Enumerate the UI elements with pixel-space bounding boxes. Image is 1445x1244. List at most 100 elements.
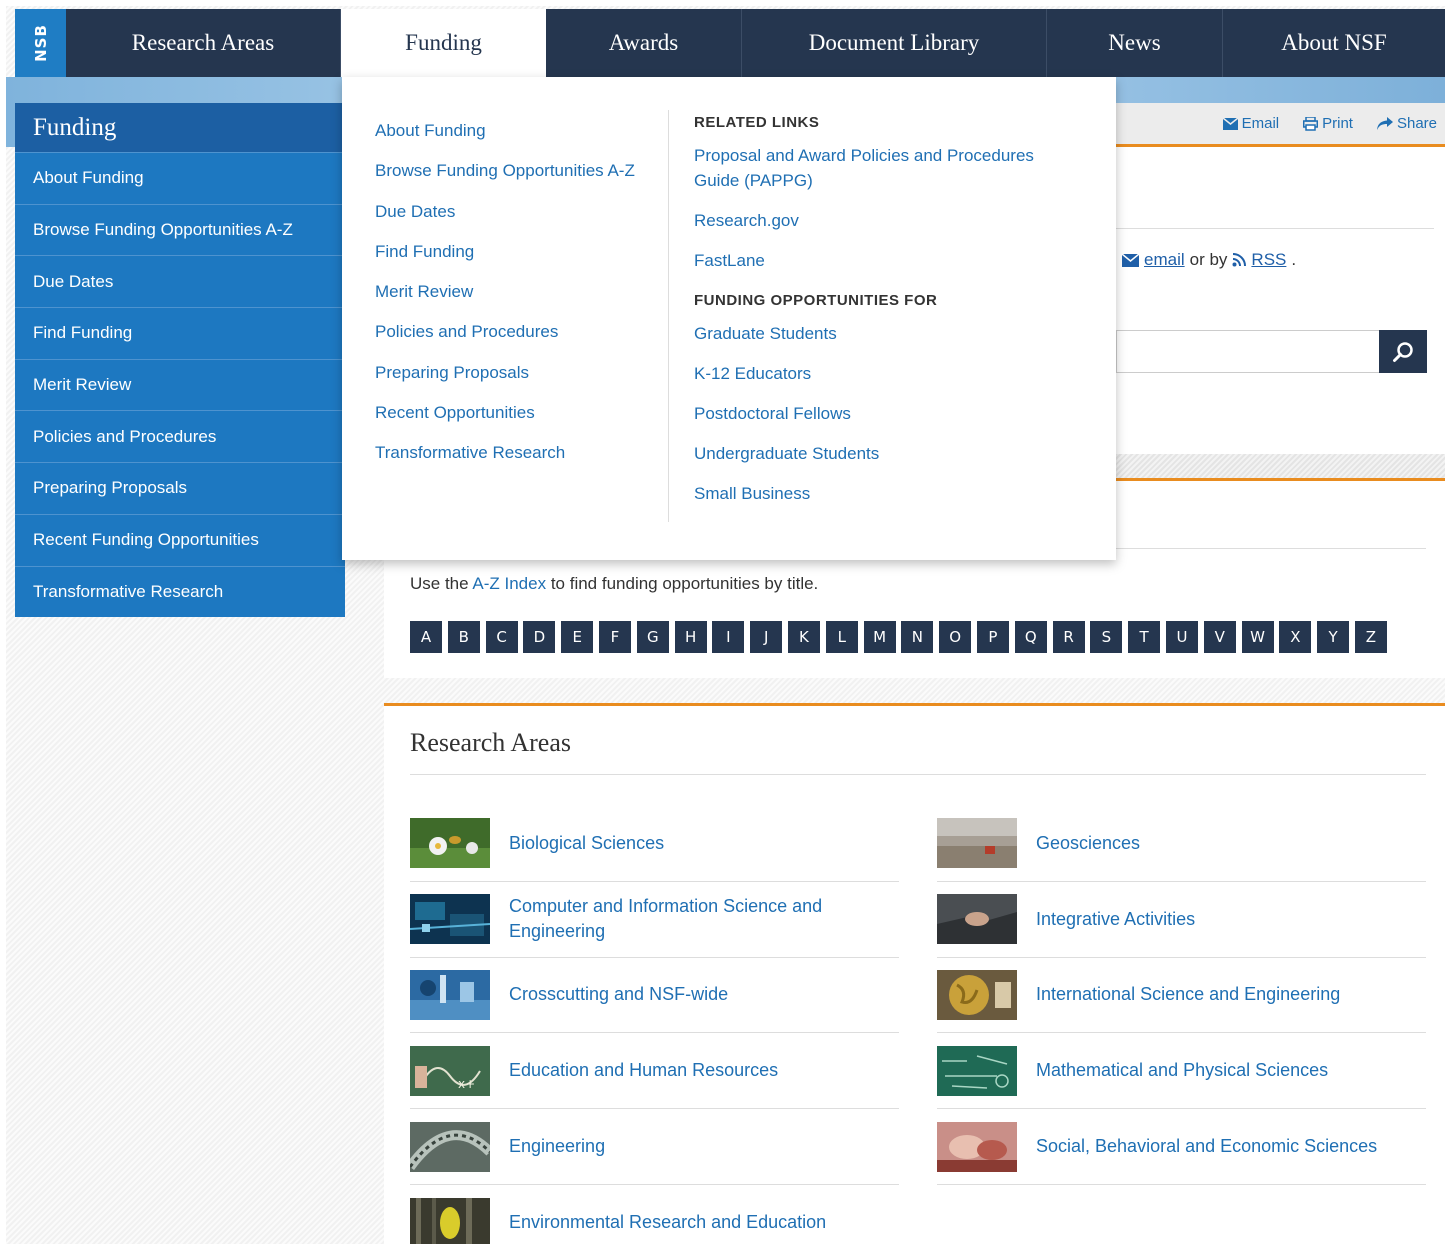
dropdown-link-k12-educators[interactable]: K-12 Educators (694, 361, 1074, 386)
sidebar-item-due-dates[interactable]: Due Dates (15, 255, 345, 308)
integrative-activities-thumbnail (937, 894, 1017, 945)
nav-funding[interactable]: Funding (341, 9, 546, 77)
dropdown-link-find-funding[interactable]: Find Funding (375, 240, 635, 280)
dropdown-link-pappg[interactable]: Proposal and Award Policies and Procedur… (694, 143, 1074, 193)
dropdown-link-due-dates[interactable]: Due Dates (375, 200, 635, 240)
research-area-label: Engineering (509, 1136, 606, 1157)
sidebar-item-transformative-research[interactable]: Transformative Research (15, 565, 345, 618)
az-letter-button[interactable]: P (976, 621, 1009, 653)
az-letter-button[interactable]: H (674, 621, 707, 653)
environmental-thumbnail (410, 1197, 490, 1244)
sidebar-item-find-funding[interactable]: Find Funding (15, 307, 345, 359)
print-button[interactable]: Print (1303, 115, 1353, 132)
nav-document-library[interactable]: Document Library (742, 9, 1047, 77)
research-area-item[interactable]: Integrative Activities (937, 882, 1426, 958)
crosscutting-thumbnail (410, 969, 490, 1020)
research-area-item[interactable]: Social, Behavioral and Economic Sciences (937, 1109, 1426, 1185)
research-area-label: Biological Sciences (509, 832, 665, 853)
dropdown-link-undergraduate-students[interactable]: Undergraduate Students (694, 441, 1074, 466)
subscribe-email-link[interactable]: email (1144, 250, 1185, 270)
sidebar-item-about-funding[interactable]: About Funding (15, 152, 345, 204)
az-letter-button[interactable]: K (787, 621, 820, 653)
research-area-label: Education and Human Resources (509, 1060, 779, 1081)
nav-about-nsf[interactable]: About NSF (1223, 9, 1445, 77)
sidebar-item-browse-a-z[interactable]: Browse Funding Opportunities A-Z (15, 203, 345, 256)
az-letter-button[interactable]: B (447, 621, 480, 653)
share-label: Share (1396, 115, 1437, 132)
research-area-item[interactable]: Engineering (410, 1109, 899, 1185)
az-letter-button[interactable]: C (485, 621, 518, 653)
az-letter-button[interactable]: V (1203, 621, 1236, 653)
nsb-badge[interactable]: NSB (15, 9, 66, 77)
az-letter-button[interactable]: J (750, 621, 783, 653)
sidebar-item-policies[interactable]: Policies and Procedures (15, 410, 345, 463)
az-letter-button[interactable]: G (636, 621, 669, 653)
dropdown-link-transformative-research[interactable]: Transformative Research (375, 441, 635, 481)
az-letter-button[interactable]: A (410, 621, 442, 653)
research-areas-card: Research Areas Biological Sciences Compu… (384, 703, 1445, 1244)
research-area-item[interactable]: Geosciences (937, 806, 1426, 882)
research-area-item[interactable]: Biological Sciences (410, 806, 899, 882)
az-letter-button[interactable]: R (1052, 621, 1085, 653)
envelope-icon (1222, 117, 1238, 130)
az-letter-button[interactable]: O (939, 621, 972, 653)
az-letter-button[interactable]: T (1128, 621, 1161, 653)
az-letter-button[interactable]: N (901, 621, 934, 653)
az-letter-button[interactable]: X (1279, 621, 1312, 653)
dropdown-link-small-business[interactable]: Small Business (694, 481, 1074, 506)
az-prefix: Use the (410, 574, 469, 593)
sidebar-item-preparing-proposals[interactable]: Preparing Proposals (15, 462, 345, 514)
funding-dropdown-menu: About Funding Browse Funding Opportuniti… (342, 77, 1116, 560)
az-letter-button[interactable]: M (863, 621, 896, 653)
dropdown-link-about-funding[interactable]: About Funding (375, 119, 635, 159)
share-arrow-icon (1376, 117, 1393, 130)
research-area-item[interactable]: Mathematical and Physical Sciences (937, 1033, 1426, 1110)
share-button[interactable]: Share (1376, 115, 1437, 132)
sidebar-item-merit-review[interactable]: Merit Review (15, 358, 345, 411)
az-letter-button[interactable]: E (561, 621, 594, 653)
az-letter-button[interactable]: Z (1354, 621, 1387, 653)
subscribe-line: email or by RSS. (1122, 250, 1296, 270)
dropdown-link-graduate-students[interactable]: Graduate Students (694, 321, 1074, 346)
divider (410, 774, 1426, 775)
nsb-badge-text: NSB (31, 24, 50, 62)
email-label: Email (1241, 115, 1280, 132)
dropdown-link-fastlane[interactable]: FastLane (694, 248, 1074, 273)
subscribe-rss-link[interactable]: RSS (1251, 250, 1286, 270)
research-area-item[interactable]: Computer and Information Science and Eng… (410, 882, 899, 958)
az-letter-button[interactable]: U (1165, 621, 1198, 653)
az-letter-button[interactable]: L (825, 621, 858, 653)
dropdown-main-links: About Funding Browse Funding Opportuniti… (375, 119, 635, 482)
az-letter-button[interactable]: Y (1317, 621, 1350, 653)
search-input[interactable] (1116, 330, 1380, 373)
search-button[interactable] (1379, 330, 1427, 373)
az-letter-button[interactable]: I (712, 621, 745, 653)
dropdown-link-postdoctoral-fellows[interactable]: Postdoctoral Fellows (694, 401, 1074, 426)
sidebar-item-recent-opportunities[interactable]: Recent Funding Opportunities (15, 513, 345, 566)
dropdown-link-research-gov[interactable]: Research.gov (694, 208, 1074, 233)
share-bar: Email Print Share (1116, 103, 1445, 147)
dropdown-link-merit-review[interactable]: Merit Review (375, 280, 635, 320)
research-area-item[interactable]: x+ Education and Human Resources (410, 1033, 899, 1110)
education-thumbnail: x+ (410, 1045, 490, 1096)
az-letter-button[interactable]: D (523, 621, 556, 653)
research-area-item[interactable]: Crosscutting and NSF-wide (410, 958, 899, 1034)
divider (1114, 228, 1434, 229)
az-index-link[interactable]: A-Z Index (472, 574, 546, 593)
nav-research-areas[interactable]: Research Areas (66, 9, 341, 77)
dropdown-link-preparing-proposals[interactable]: Preparing Proposals (375, 361, 635, 401)
dropdown-link-policies[interactable]: Policies and Procedures (375, 320, 635, 360)
dropdown-link-recent-opportunities[interactable]: Recent Opportunities (375, 401, 635, 441)
email-button[interactable]: Email (1222, 115, 1280, 132)
az-letter-button[interactable]: S (1090, 621, 1123, 653)
az-letter-button[interactable]: Q (1014, 621, 1047, 653)
research-area-item[interactable]: Environmental Research and Education (410, 1185, 899, 1244)
international-thumbnail (937, 969, 1017, 1020)
az-letter-button[interactable]: W (1241, 621, 1274, 653)
nav-news[interactable]: News (1047, 9, 1223, 77)
research-area-item[interactable]: International Science and Engineering (937, 958, 1426, 1034)
nav-awards[interactable]: Awards (546, 9, 742, 77)
az-letter-button[interactable]: F (598, 621, 631, 653)
research-area-label: Mathematical and Physical Sciences (1036, 1060, 1329, 1081)
dropdown-link-browse-a-z[interactable]: Browse Funding Opportunities A-Z (375, 159, 635, 199)
